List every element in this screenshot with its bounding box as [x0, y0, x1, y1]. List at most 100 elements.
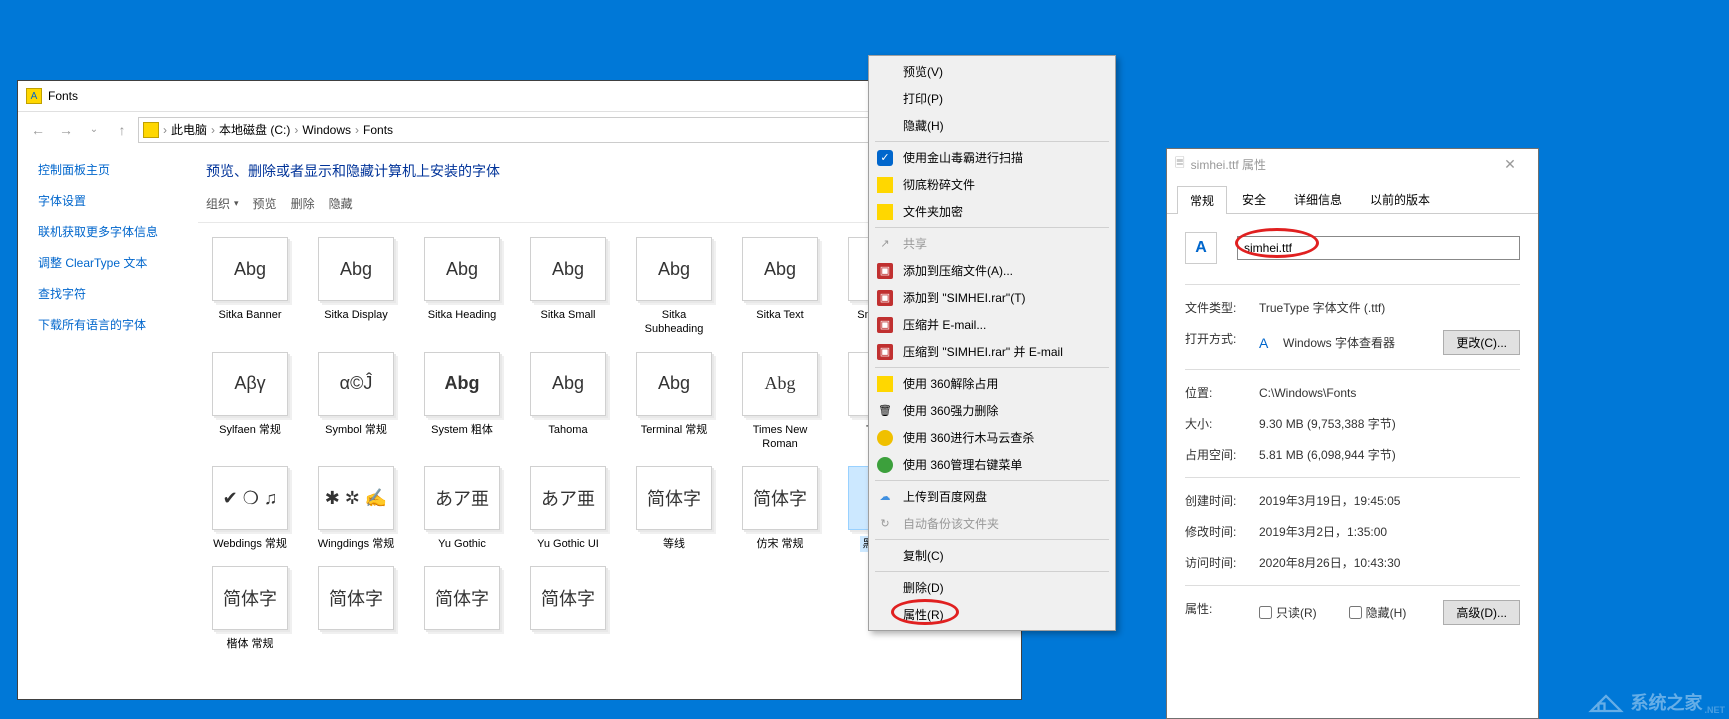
- change-button[interactable]: 更改(C)...: [1443, 330, 1520, 355]
- menu-item[interactable]: ▣添加到压缩文件(A)...: [871, 257, 1113, 284]
- menu-item[interactable]: ☁上传到百度网盘: [871, 483, 1113, 510]
- breadcrumb-fonts[interactable]: Fonts: [363, 123, 393, 137]
- sidebar-link-find-char[interactable]: 查找字符: [38, 285, 190, 302]
- breadcrumb-pc[interactable]: 此电脑: [171, 121, 207, 138]
- menu-item[interactable]: ✓使用金山毒霸进行扫描: [871, 144, 1113, 171]
- sidebar-link-font-settings[interactable]: 字体设置: [38, 192, 190, 209]
- breadcrumb-windows[interactable]: Windows: [302, 123, 351, 137]
- tab-security[interactable]: 安全: [1229, 185, 1279, 213]
- font-label: 等线: [661, 536, 687, 552]
- font-item[interactable]: AbgSitka Banner: [206, 237, 294, 338]
- tab-details[interactable]: 详细信息: [1281, 185, 1355, 213]
- filename-input[interactable]: [1237, 236, 1520, 260]
- menu-item[interactable]: 文件夹加密: [871, 198, 1113, 225]
- breadcrumb-drive[interactable]: 本地磁盘 (C:): [219, 121, 290, 138]
- advanced-button[interactable]: 高级(D)...: [1443, 600, 1520, 625]
- font-item[interactable]: AbgSystem 粗体: [418, 352, 506, 453]
- tab-previous-versions[interactable]: 以前的版本: [1357, 185, 1443, 213]
- menu-item-icon: ▣: [877, 263, 893, 279]
- menu-item-label: 复制(C): [903, 547, 944, 564]
- size-value: 9.30 MB (9,753,388 字节): [1259, 415, 1520, 432]
- menu-item-label: 文件夹加密: [903, 203, 963, 220]
- tab-general[interactable]: 常规: [1177, 186, 1227, 214]
- back-button[interactable]: ←: [26, 118, 50, 142]
- menu-item[interactable]: 打印(P): [871, 85, 1113, 112]
- font-sample: Abg: [340, 259, 372, 280]
- menu-item[interactable]: 彻底粉碎文件: [871, 171, 1113, 198]
- forward-button[interactable]: →: [54, 118, 78, 142]
- breadcrumb[interactable]: › 此电脑 › 本地磁盘 (C:) › Windows › Fonts ⌄: [138, 117, 951, 143]
- menu-item[interactable]: 预览(V): [871, 58, 1113, 85]
- menu-item[interactable]: 使用 360管理右键菜单: [871, 451, 1113, 478]
- sidebar-link-get-fonts[interactable]: 联机获取更多字体信息: [38, 223, 190, 240]
- menu-item[interactable]: 删除(D): [871, 574, 1113, 601]
- font-item[interactable]: ΑβγSylfaen 常规: [206, 352, 294, 453]
- font-thumbnail: ✔ ❍ ♫: [212, 466, 288, 530]
- font-sample: Αβγ: [234, 373, 265, 394]
- up-button[interactable]: ↑: [110, 118, 134, 142]
- sidebar: 控制面板主页 字体设置 联机获取更多字体信息 调整 ClearType 文本 查…: [18, 147, 198, 699]
- font-item[interactable]: AbgTahoma: [524, 352, 612, 453]
- font-item[interactable]: 简体字楷体 常规: [206, 566, 294, 652]
- font-file-icon: 🗏: [1175, 154, 1185, 175]
- menu-item[interactable]: 使用 360解除占用: [871, 370, 1113, 397]
- font-item[interactable]: α©ĴSymbol 常规: [312, 352, 400, 453]
- close-button[interactable]: ✕: [1490, 156, 1530, 173]
- diskspace-value: 5.81 MB (6,098,944 字节): [1259, 446, 1520, 463]
- toolbar-preview[interactable]: 预览: [253, 195, 277, 212]
- menu-item-label: 使用 360进行木马云查杀: [903, 429, 1034, 446]
- diskspace-label: 占用空间:: [1185, 446, 1259, 463]
- font-label: Sitka Heading: [426, 307, 499, 323]
- font-item[interactable]: 简体字仿宋 常规: [736, 466, 824, 552]
- font-item[interactable]: AbgTimes New Roman: [736, 352, 824, 453]
- history-dropdown[interactable]: ⌄: [82, 118, 106, 142]
- menu-item-icon: [877, 376, 893, 392]
- font-label: [354, 636, 358, 638]
- font-item[interactable]: AbgSitka Small: [524, 237, 612, 338]
- font-sample: あア亜: [435, 485, 489, 511]
- menu-separator: [875, 227, 1109, 228]
- font-item[interactable]: 简体字: [418, 566, 506, 652]
- font-item[interactable]: ✔ ❍ ♫Webdings 常规: [206, 466, 294, 552]
- sidebar-link-cleartype[interactable]: 调整 ClearType 文本: [38, 254, 190, 271]
- menu-item[interactable]: 使用 360进行木马云查杀: [871, 424, 1113, 451]
- menu-item[interactable]: ▣压缩到 "SIMHEI.rar" 并 E-mail: [871, 338, 1113, 365]
- font-item[interactable]: ✱ ✲ ✍Wingdings 常规: [312, 466, 400, 552]
- toolbar-organize[interactable]: 组织 ▾: [206, 195, 239, 212]
- sidebar-home-link[interactable]: 控制面板主页: [38, 161, 190, 178]
- menu-item-icon: ↗: [877, 236, 893, 252]
- font-item[interactable]: AbgSitka Text: [736, 237, 824, 338]
- font-sample: 简体字: [541, 585, 595, 611]
- toolbar-delete[interactable]: 删除: [291, 195, 315, 212]
- menu-item[interactable]: ▣压缩并 E-mail...: [871, 311, 1113, 338]
- font-item[interactable]: 简体字: [312, 566, 400, 652]
- sidebar-link-download-langs[interactable]: 下载所有语言的字体: [38, 316, 190, 333]
- menu-item[interactable]: ▣添加到 "SIMHEI.rar"(T): [871, 284, 1113, 311]
- properties-titlebar[interactable]: 🗏 simhei.ttf 属性 ✕: [1167, 149, 1538, 179]
- menu-item[interactable]: 🗑使用 360强力删除: [871, 397, 1113, 424]
- hidden-checkbox[interactable]: 隐藏(H): [1349, 604, 1407, 621]
- font-item[interactable]: Abg Sitka Display: [312, 237, 400, 338]
- font-thumbnail: 简体字: [530, 566, 606, 630]
- font-item[interactable]: 简体字: [524, 566, 612, 652]
- font-thumbnail: Abg: [424, 237, 500, 301]
- filetype-label: 文件类型:: [1185, 299, 1259, 316]
- font-item[interactable]: AbgTerminal 常规: [630, 352, 718, 453]
- font-item[interactable]: Abg Sitka Heading: [418, 237, 506, 338]
- menu-item[interactable]: 属性(R): [871, 601, 1113, 628]
- font-sample: α©Ĵ: [340, 373, 373, 394]
- toolbar-hide[interactable]: 隐藏: [329, 195, 353, 212]
- menu-item: ↻自动备份该文件夹: [871, 510, 1113, 537]
- font-item[interactable]: AbgSitka Subheading: [630, 237, 718, 338]
- font-thumbnail: ✱ ✲ ✍: [318, 466, 394, 530]
- menu-item[interactable]: 隐藏(H): [871, 112, 1113, 139]
- font-item[interactable]: あア亜Yu Gothic UI: [524, 466, 612, 552]
- menu-item[interactable]: 复制(C): [871, 542, 1113, 569]
- menu-item-label: 压缩并 E-mail...: [903, 316, 986, 333]
- chevron-icon: ›: [294, 123, 298, 137]
- font-label: Sitka Display: [322, 307, 390, 323]
- font-item[interactable]: 简体字等线: [630, 466, 718, 552]
- readonly-checkbox[interactable]: 只读(R): [1259, 604, 1317, 621]
- menu-item-label: 使用 360管理右键菜单: [903, 456, 1022, 473]
- font-item[interactable]: あア亜Yu Gothic: [418, 466, 506, 552]
